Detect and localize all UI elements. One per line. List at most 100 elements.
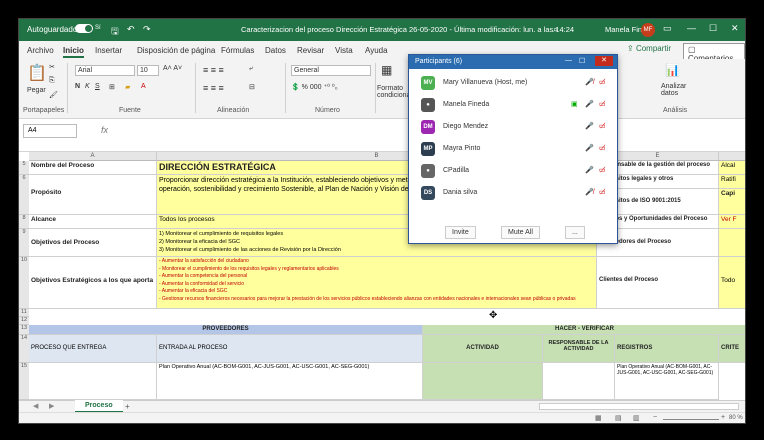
paste-icon[interactable]: 📋: [27, 63, 47, 83]
align-left-icon[interactable]: ≡ ≡ ≡: [203, 83, 224, 93]
add-sheet-icon[interactable]: +: [125, 402, 130, 411]
row-header[interactable]: 5: [19, 161, 29, 175]
maximize-icon[interactable]: ☐: [709, 23, 717, 34]
tab-archivo[interactable]: Archivo: [27, 46, 54, 55]
participant-row[interactable]: DS Dania silva 🎤̸ ▭̸: [417, 183, 611, 203]
header-registros[interactable]: REGISTROS: [615, 335, 719, 363]
invite-button[interactable]: Invite: [445, 226, 476, 239]
video-off-icon[interactable]: ▭̸: [599, 100, 606, 108]
header-proveedores[interactable]: PROVEEDORES: [29, 325, 423, 335]
fill-color-icon[interactable]: ▰: [125, 83, 130, 91]
bold-icon[interactable]: N: [75, 83, 80, 90]
font-color-icon[interactable]: A: [141, 83, 146, 90]
label-alcance[interactable]: Alcance: [29, 215, 157, 229]
page-layout-icon[interactable]: ▤: [615, 414, 622, 422]
table-cell[interactable]: Plan Operativo Anual (AC-BOM-G001, AC-JU…: [157, 363, 423, 400]
scroll-right-icon[interactable]: ▶: [49, 402, 54, 410]
row-header[interactable]: 9: [19, 229, 29, 257]
mic-icon[interactable]: 🎤: [585, 144, 594, 152]
scroll-left-icon[interactable]: ◀: [33, 402, 38, 410]
fx-icon[interactable]: fx: [101, 125, 108, 135]
row-header[interactable]: 8: [19, 215, 29, 229]
header-actividad[interactable]: ACTIVIDAD: [423, 335, 543, 363]
copy-icon[interactable]: ⎘: [49, 77, 55, 85]
side-cell[interactable]: Ver F: [719, 215, 745, 229]
participant-row[interactable]: MV Mary Villanueva (Host, me) 🎤̸ ▭̸: [417, 73, 611, 93]
tab-revisar[interactable]: Revisar: [297, 46, 324, 55]
participant-row[interactable]: MP Mayra Pinto 🎤 ▭̸: [417, 139, 611, 159]
tab-disposicion[interactable]: Disposición de página: [137, 46, 215, 55]
strategic-objectives-cell[interactable]: - Aumentar la satisfacción del ciudadano…: [157, 257, 597, 309]
percent-icon[interactable]: 💲 % 000 ⁺⁰ ⁰₀: [291, 83, 338, 91]
horizontal-scrollbar[interactable]: [539, 403, 739, 410]
save-icon[interactable]: 🖫: [111, 24, 119, 40]
row-header[interactable]: 15: [19, 363, 29, 400]
maximize-icon[interactable]: ☐: [579, 57, 585, 65]
video-off-icon[interactable]: ▭̸: [599, 166, 606, 174]
table-cell[interactable]: [543, 363, 615, 400]
font-size-select[interactable]: 10: [137, 65, 159, 76]
close-icon[interactable]: ✕: [595, 56, 613, 66]
label-objetivos[interactable]: Objetivos del Proceso: [29, 229, 157, 257]
participant-row[interactable]: ● Manela Fineda ▣ 🎤 ▭̸: [417, 95, 611, 115]
minimize-icon[interactable]: —: [565, 57, 572, 64]
analyze-data-icon[interactable]: 📊: [665, 63, 680, 77]
side-cell[interactable]: [719, 229, 745, 257]
header-proceso-entrega[interactable]: PROCESO QUE ENTREGA: [29, 335, 157, 363]
cut-icon[interactable]: ✂: [49, 63, 55, 71]
row-header[interactable]: 10: [19, 257, 29, 309]
autosave-toggle[interactable]: [75, 24, 93, 33]
tab-formulas[interactable]: Fórmulas: [221, 46, 254, 55]
mic-muted-icon[interactable]: 🎤̸: [585, 188, 594, 196]
video-off-icon[interactable]: ▭̸: [599, 188, 606, 196]
zoom-level[interactable]: 80 %: [729, 415, 743, 421]
row-header[interactable]: 11: [19, 309, 29, 317]
header-hacer-verificar[interactable]: HACER - VERIFICAR: [423, 325, 745, 335]
format-painter-icon[interactable]: 🖌: [49, 91, 58, 99]
tab-insertar[interactable]: Insertar: [95, 46, 122, 55]
participant-row[interactable]: ● CPadilla 🎤 ▭̸: [417, 161, 611, 181]
video-off-icon[interactable]: ▭̸: [599, 144, 606, 152]
borders-icon[interactable]: ⊞: [109, 83, 115, 91]
participant-row[interactable]: DM Diego Mendez 🎤 ▭̸: [417, 117, 611, 137]
zoom-out-icon[interactable]: −: [653, 414, 657, 421]
redo-icon[interactable]: ↷: [143, 24, 151, 35]
table-cell[interactable]: [29, 363, 157, 400]
side-cell[interactable]: Todo: [719, 257, 745, 309]
italic-icon[interactable]: K: [85, 83, 90, 90]
side-cell[interactable]: Capi: [719, 189, 745, 215]
share-screen-icon[interactable]: ▣: [571, 100, 578, 108]
header-entrada[interactable]: ENTRADA AL PROCESO: [157, 335, 423, 363]
avatar[interactable]: MF: [641, 23, 655, 37]
mic-icon[interactable]: 🎤: [585, 166, 594, 174]
zoom-slider[interactable]: [663, 419, 719, 420]
row-header[interactable]: 14: [19, 335, 29, 363]
undo-icon[interactable]: ↶: [127, 24, 135, 35]
video-off-icon[interactable]: ▭̸: [599, 78, 606, 86]
table-cell[interactable]: Plan Operativo Anual (AC-BOM-G001, AC-JU…: [615, 363, 719, 400]
tab-vista[interactable]: Vista: [335, 46, 353, 55]
ribbon-display-icon[interactable]: ▭: [663, 23, 672, 34]
paste-label[interactable]: Pegar: [27, 87, 46, 94]
video-off-icon[interactable]: ▭̸: [599, 122, 606, 130]
label-nombre-proceso[interactable]: Nombre del Proceso: [29, 161, 157, 175]
number-format-select[interactable]: General: [291, 65, 371, 76]
zoom-in-icon[interactable]: +: [721, 414, 725, 421]
row-header[interactable]: 13: [19, 325, 29, 335]
underline-icon[interactable]: S: [95, 83, 100, 90]
page-break-icon[interactable]: ▥: [633, 414, 640, 422]
side-cell[interactable]: Ratifi: [719, 175, 745, 189]
minimize-icon[interactable]: —: [687, 23, 696, 33]
header-criterios[interactable]: CRITE: [719, 335, 745, 363]
mute-all-button[interactable]: Mute All: [501, 226, 540, 239]
tab-ayuda[interactable]: Ayuda: [365, 46, 388, 55]
analyze-data-label[interactable]: Analizar datos: [661, 83, 691, 97]
font-name-select[interactable]: Arial: [75, 65, 135, 76]
grow-font-icon[interactable]: A˄ A˅: [163, 65, 182, 72]
wrap-text-icon[interactable]: ⤶: [249, 65, 253, 73]
column-header-f[interactable]: [719, 152, 745, 161]
search-icon[interactable]: ⌕: [553, 24, 558, 35]
label-proposito[interactable]: Propósito: [29, 175, 157, 215]
header-responsable[interactable]: RESPONSABLE DE LA ACTIVIDAD: [543, 335, 615, 363]
mic-muted-icon[interactable]: 🎤̸: [585, 78, 594, 86]
